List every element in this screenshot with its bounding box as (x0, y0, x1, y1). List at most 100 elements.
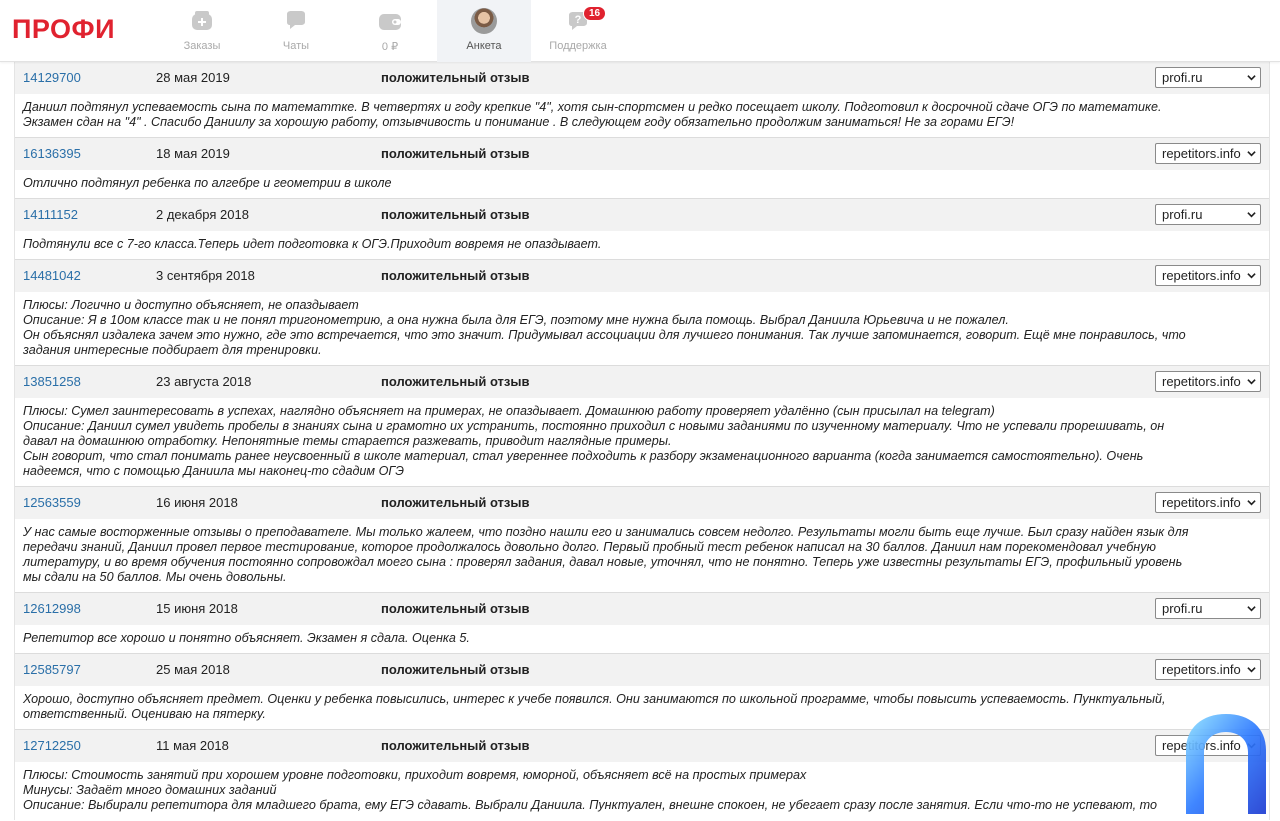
review-header: 12612998 15 июня 2018 положительный отзыв p… (15, 593, 1269, 625)
review-header: 12563559 16 июня 2018 положительный отзыв r… (15, 487, 1269, 519)
review-date: 15 июня 2018 (156, 601, 238, 616)
chevron-down-icon (1247, 75, 1256, 81)
orders-icon (189, 8, 215, 34)
review-header: 12585797 25 мая 2018 положительный отзыв re… (15, 654, 1269, 686)
review-text-line: Описание: Выбирали репетитора для младше… (23, 798, 1157, 812)
review-text-line: Плюсы: Сумел заинтересовать в успехах, н… (23, 404, 995, 418)
support-icon: ? 16 (565, 6, 607, 34)
reviews-table: 14129700 28 мая 2019 положительный отзыв pr… (14, 62, 1270, 820)
nav-item-chats[interactable]: Чаты (249, 0, 343, 62)
review-item: 16136395 18 мая 2019 положительный отзыв re… (15, 138, 1269, 199)
review-text-line: задания интересные подбирает для трениро… (23, 343, 322, 357)
top-navigation-bar: ПРОФИ Заказы Чаты 0 ₽ Анкета ? 16 Поддер… (0, 0, 1280, 62)
review-text-line: Описание: Я в 10ом классе так и не понял… (23, 313, 1009, 327)
review-source-value: profi.ru (1162, 70, 1203, 85)
review-id-link[interactable]: 14129700 (23, 70, 81, 85)
review-header: 14129700 28 мая 2019 положительный отзыв pr… (15, 62, 1269, 94)
review-id-link[interactable]: 12612998 (23, 601, 81, 616)
review-date: 25 мая 2018 (156, 662, 230, 677)
chevron-down-icon (1247, 606, 1256, 612)
review-text-line: Он объяснял издалека зачем это нужно, гд… (23, 328, 1186, 342)
review-date: 2 декабря 2018 (156, 207, 249, 222)
reviews-content: 14129700 28 мая 2019 положительный отзыв pr… (0, 62, 1280, 820)
review-type: положительный отзыв (381, 495, 530, 510)
review-text: Репетитор все хорошо и понятно объясняет… (15, 625, 1269, 653)
review-header: 13851258 23 августа 2018 положительный отз… (15, 366, 1269, 398)
nav-item-profile[interactable]: Анкета (437, 0, 531, 62)
review-item: 14111152 2 декабря 2018 положительный отзы… (15, 199, 1269, 260)
review-type: положительный отзыв (381, 70, 530, 85)
review-text-line: Плюсы: Стоимость занятий при хорошем уро… (23, 768, 807, 782)
review-text-line: Сын говорит, что стал понимать ранее неу… (23, 449, 1144, 463)
support-count-badge: 16 (583, 6, 607, 21)
review-date: 28 мая 2019 (156, 70, 230, 85)
review-type: положительный отзыв (381, 601, 530, 616)
review-source-select[interactable]: repetitors.info (1155, 143, 1261, 164)
nav-item-orders[interactable]: Заказы (155, 0, 249, 62)
chevron-down-icon (1247, 379, 1256, 385)
review-type: положительный отзыв (381, 662, 530, 677)
review-date: 18 мая 2019 (156, 146, 230, 161)
review-id-link[interactable]: 16136395 (23, 146, 81, 161)
review-id-link[interactable]: 12563559 (23, 495, 81, 510)
review-type: положительный отзыв (381, 207, 530, 222)
chats-icon (283, 8, 309, 34)
review-item: 1271225011 мая 2018положительный отзывre… (15, 730, 1269, 820)
review-text-line: Подтянули все с 7-го класса.Теперь идет … (23, 237, 602, 251)
review-header: 1271225011 мая 2018положительный отзывre… (15, 730, 1269, 762)
review-source-select[interactable]: repetitors.info (1155, 492, 1261, 513)
nav-label-orders: Заказы (183, 40, 221, 52)
review-header: 14481042 3 сентября 2018 положительный отз… (15, 260, 1269, 292)
nav-label-support: Поддержка (549, 40, 607, 52)
review-date: 23 августа 2018 (156, 374, 252, 389)
review-text: Отлично подтянул ребенка по алгебре и ге… (15, 170, 1269, 198)
review-header: 14111152 2 декабря 2018 положительный отзы… (15, 199, 1269, 231)
review-source-select[interactable]: repetitors.info (1155, 659, 1261, 680)
review-text: Плюсы: Сумел заинтересовать в успехах, н… (15, 398, 1269, 486)
review-text-line: мы сдали на 50 баллов. Мы очень довольны… (23, 570, 287, 584)
review-text: Подтянули все с 7-го класса.Теперь идет … (15, 231, 1269, 259)
review-text: Плюсы: Логично и доступно объясняет, не … (15, 292, 1269, 365)
chevron-down-icon (1247, 212, 1256, 218)
profile-avatar (471, 8, 497, 34)
review-date: 11 мая 2018 (156, 738, 229, 753)
review-text: Хорошо, доступно объясняет предмет. Оцен… (15, 686, 1269, 729)
nav-label-chats: Чаты (282, 40, 310, 52)
review-source-select[interactable]: profi.ru (1155, 204, 1261, 225)
nav-item-wallet[interactable]: 0 ₽ (343, 0, 437, 62)
corner-watermark-logo (1180, 710, 1272, 816)
review-source-select[interactable]: repetitors.info (1155, 371, 1261, 392)
review-text-line: Минусы: Задаёт много домашних заданий (23, 783, 277, 797)
review-text-line: литературу, и во время обучения постоянн… (23, 555, 1183, 569)
review-text-line: Репетитор все хорошо и понятно объясняет… (23, 631, 470, 645)
profi-logo[interactable]: ПРОФИ (12, 14, 115, 45)
review-item: 14129700 28 мая 2019 положительный отзыв pr… (15, 62, 1269, 138)
review-text-line: Хорошо, доступно объясняет предмет. Оцен… (23, 692, 1166, 706)
review-source-value: repetitors.info (1162, 374, 1241, 389)
review-type: положительный отзыв (381, 738, 530, 753)
review-type: положительный отзыв (381, 146, 530, 161)
review-source-select[interactable]: profi.ru (1155, 598, 1261, 619)
review-text-line: У нас самые восторженные отзывы о препод… (23, 525, 1189, 539)
review-source-select[interactable]: repetitors.info (1155, 265, 1261, 286)
review-source-select[interactable]: profi.ru (1155, 67, 1261, 88)
review-text: Даниил подтянул успеваемость сына по мат… (15, 94, 1269, 137)
review-id-link[interactable]: 13851258 (23, 374, 81, 389)
nav-item-support[interactable]: ? 16 Поддержка (531, 0, 625, 62)
review-source-value: repetitors.info (1162, 146, 1241, 161)
review-type: положительный отзыв (381, 374, 530, 389)
nav-label-wallet: 0 ₽ (381, 41, 399, 53)
review-id-link[interactable]: 14481042 (23, 268, 81, 283)
review-id-link[interactable]: 12585797 (23, 662, 81, 677)
review-text-line: давал на домашнюю отработку. Непонятные … (23, 434, 672, 448)
review-id-link[interactable]: 14111152 (23, 207, 78, 222)
review-date: 3 сентября 2018 (156, 268, 255, 283)
review-text-line: Экзамен сдан на "4" . Спасибо Даниилу за… (23, 115, 1015, 129)
review-text-line: Плюсы: Логично и доступно объясняет, не … (23, 298, 359, 312)
review-text-line: передачи знаний, Даниил провел первое те… (23, 540, 1156, 554)
review-source-value: profi.ru (1162, 207, 1203, 222)
chevron-down-icon (1247, 273, 1256, 279)
review-text-line: Описание: Даниил сумел увидеть пробелы в… (23, 419, 1165, 433)
review-id-link[interactable]: 12712250 (23, 738, 81, 753)
review-type: положительный отзыв (381, 268, 530, 283)
